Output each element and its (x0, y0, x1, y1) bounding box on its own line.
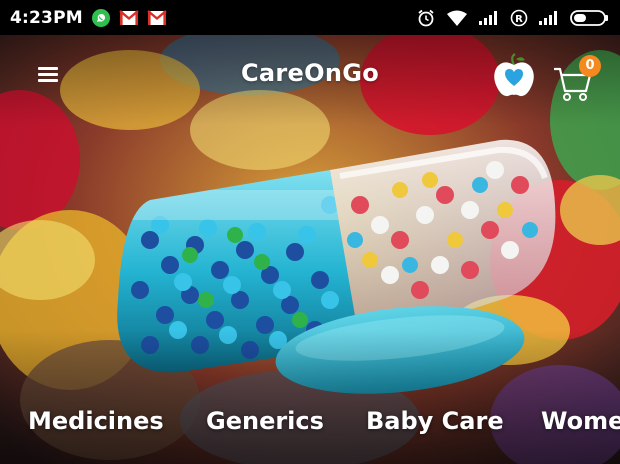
whatsapp-icon (91, 8, 111, 28)
category-strip: Medicines Generics Baby Care Wome (0, 395, 620, 455)
signal-icon (538, 10, 560, 26)
svg-text:R: R (515, 14, 523, 25)
wifi-icon (446, 9, 468, 27)
alarm-icon (416, 8, 436, 28)
category-women[interactable]: Wome (541, 407, 620, 435)
gmail-icon (119, 9, 139, 26)
apple-heart-icon[interactable] (492, 53, 536, 99)
app-title: CareOnGo (241, 59, 379, 87)
status-bar-right: R (416, 8, 610, 28)
category-generics[interactable]: Generics (206, 407, 324, 435)
roaming-icon: R (510, 9, 528, 27)
status-time: 4:23PM (10, 7, 83, 28)
category-baby-care[interactable]: Baby Care (366, 407, 504, 435)
category-medicines[interactable]: Medicines (28, 407, 164, 435)
status-bar-left: 4:23PM (10, 8, 167, 28)
gmail-icon (147, 9, 167, 26)
app-screen: 4:23PM R CareOnGo 0 Medicines Generics B… (0, 0, 620, 464)
cart-count-badge: 0 (579, 55, 601, 77)
status-bar: 4:23PM R (0, 0, 620, 35)
app-toolbar: CareOnGo 0 (0, 35, 620, 117)
battery-icon (570, 9, 610, 27)
shopping-cart-icon[interactable]: 0 (552, 55, 606, 101)
signal-icon (478, 10, 500, 26)
hamburger-menu-icon[interactable] (38, 64, 66, 88)
